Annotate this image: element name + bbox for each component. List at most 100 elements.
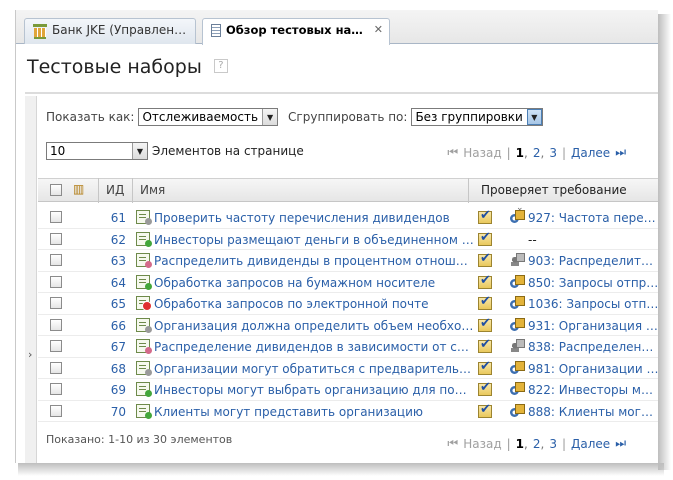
row-id-link[interactable]: 70 [102, 405, 126, 419]
view-controls: Показать как: Отслеживаемость ▼ Сгруппир… [46, 108, 543, 126]
row-checkbox[interactable] [50, 254, 62, 266]
test-suite-name-link[interactable]: Распределить дивиденды в процентном отно… [154, 254, 474, 268]
table-row[interactable]: 61 Проверить частоту перечисления дивиден… [38, 207, 658, 229]
validates-icon [478, 316, 492, 332]
first-page-icon: ⏮ [447, 145, 459, 159]
test-suite-status-icon [136, 274, 152, 290]
table-header: ▥ ИД Имя Проверяет требование [38, 178, 658, 202]
row-id-link[interactable]: 63 [102, 254, 126, 268]
requirement-gear-icon [509, 403, 525, 419]
row-checkbox[interactable] [50, 404, 62, 417]
row-id-link[interactable]: 64 [102, 276, 126, 290]
table-row[interactable]: 66 Организация должна определить объем не… [38, 315, 658, 336]
row-checkbox[interactable] [50, 232, 62, 245]
next-page-link[interactable]: Далее [571, 146, 610, 160]
page-1: 1 [515, 436, 525, 451]
pager-comma: , [540, 436, 545, 451]
bank-icon [33, 24, 47, 39]
help-icon[interactable]: ? [213, 59, 228, 73]
row-checkbox[interactable] [50, 318, 62, 331]
requirement-link[interactable]: 850: Запросы отправ... [528, 276, 658, 290]
test-suite-name-link[interactable]: Клиенты могут представить организацию [154, 405, 474, 419]
row-checkbox[interactable] [50, 340, 62, 352]
row-id-link[interactable]: 69 [102, 383, 126, 397]
row-id-link[interactable]: 62 [102, 233, 126, 247]
show-as-select[interactable]: Отслеживаемость ▼ [138, 108, 279, 126]
close-tab-icon[interactable]: ✕ [374, 23, 383, 36]
row-id-link[interactable]: 61 [102, 211, 126, 225]
document-icon [211, 24, 221, 37]
page-3-link[interactable]: 3 [549, 437, 557, 451]
pager-separator: | [506, 436, 511, 451]
page-2-link[interactable]: 2 [533, 437, 541, 451]
page-size-select[interactable]: 10 ▼ [46, 142, 148, 160]
requirement-link[interactable]: 931: Организация до... [528, 319, 658, 333]
table-row[interactable]: 69 Инвесторы могут выбрать организацию дл… [38, 379, 658, 401]
test-suite-status-icon [136, 253, 152, 268]
table-row[interactable]: 65 Обработка запросов по электронной почт… [38, 293, 658, 315]
validates-icon [478, 337, 492, 353]
column-header-name[interactable]: Имя [140, 183, 165, 197]
first-page-icon: ⏮ [447, 436, 459, 450]
test-suite-status-icon [136, 360, 152, 376]
group-by-value: Без группировки [415, 110, 523, 124]
requirement-link[interactable]: 822: Инвесторы могут... [528, 383, 658, 397]
row-id-link[interactable]: 66 [102, 319, 126, 333]
requirement-link[interactable]: 838: Распределение ... [528, 340, 658, 354]
group-by-select[interactable]: Без группировки ▼ [411, 108, 543, 126]
test-suite-status-icon [136, 231, 152, 247]
tab-test-suites-overview[interactable]: Обзор тестовых набор... ✕ [202, 18, 390, 45]
requirement-link[interactable]: 1036: Запросы отпра... [528, 297, 658, 311]
row-checkbox[interactable] [50, 297, 62, 309]
table-row[interactable]: 68 Организации могут обратиться с предвар… [38, 358, 658, 379]
row-checkbox[interactable] [50, 383, 62, 395]
test-suite-name-link[interactable]: Обработка запросов по электронной почте [154, 297, 474, 311]
table-row[interactable]: 70 Клиенты могут представить организацию 8… [38, 401, 658, 422]
table-row[interactable]: 64 Обработка запросов на бумажном носител… [38, 272, 658, 293]
column-header-id[interactable]: ИД [106, 183, 124, 197]
title-divider [25, 92, 658, 94]
requirement-link[interactable]: 903: Распределить д... [528, 254, 658, 268]
row-id-link[interactable]: 68 [102, 362, 126, 376]
app-window: Банк JKE (Управление... Обзор тестовых н… [15, 10, 658, 463]
select-all-checkbox[interactable] [50, 184, 62, 196]
page-size-value: 10 [50, 144, 66, 158]
page-2-link[interactable]: 2 [533, 146, 541, 160]
test-suite-name-link[interactable]: Инвесторы могут выбрать организацию для … [154, 383, 474, 397]
table-row[interactable]: 67 Распределение дивидендов в зависимости… [38, 336, 658, 358]
collapsed-side-panel[interactable] [25, 96, 37, 463]
test-suite-name-link[interactable]: Организация должна определить объем необ… [154, 319, 474, 333]
table-row[interactable]: 62 Инвесторы размещают деньги в объединен… [38, 229, 658, 250]
row-checkbox[interactable] [50, 361, 62, 374]
test-suite-name-link[interactable]: Обработка запросов на бумажном носителе [154, 276, 474, 290]
requirement-link[interactable]: 981: Организации мог... [528, 362, 658, 376]
test-suite-name-link[interactable]: Организации могут обратиться с предварит… [154, 362, 474, 376]
test-suite-name-link[interactable]: Распределение дивидендов в зависимости о… [154, 340, 474, 354]
columns-config-icon[interactable]: ▥ [73, 182, 84, 196]
tab-bank-jke[interactable]: Банк JKE (Управление... [24, 18, 196, 44]
requirement-link[interactable]: 888: Клиенты могут п... [528, 405, 658, 419]
last-page-icon[interactable]: ⏭ [615, 145, 626, 160]
dropdown-arrow-icon: ▼ [262, 109, 278, 125]
test-suite-status-icon [136, 317, 152, 333]
row-checkbox[interactable] [50, 211, 62, 223]
validates-icon [478, 251, 492, 267]
test-suite-name-link[interactable]: Инвесторы размещают деньги в объединенно… [154, 233, 474, 247]
dropdown-arrow-icon: ▼ [526, 109, 542, 125]
last-page-icon[interactable]: ⏭ [615, 436, 626, 451]
requirement-link[interactable]: 927: Частота передач... [528, 211, 658, 225]
dropdown-arrow-icon: ▼ [132, 143, 147, 159]
page-3-link[interactable]: 3 [549, 146, 557, 160]
test-suite-status-icon [136, 403, 152, 419]
validates-icon [478, 294, 492, 310]
table-row[interactable]: 63 Распределить дивиденды в процентном от… [38, 250, 658, 272]
column-header-validates-requirement[interactable]: Проверяет требование [481, 183, 627, 197]
test-suite-name-link[interactable]: Проверить частоту перечисления дивидендо… [154, 211, 474, 225]
expand-panel-chevron-icon[interactable]: › [28, 348, 32, 361]
row-checkbox[interactable] [50, 275, 62, 288]
row-id-link[interactable]: 67 [102, 340, 126, 354]
next-page-link[interactable]: Далее [571, 437, 610, 451]
test-suite-status-icon [136, 210, 152, 225]
page-size-controls: 10 ▼ Элементов на странице [46, 142, 304, 160]
row-id-link[interactable]: 65 [102, 297, 126, 311]
